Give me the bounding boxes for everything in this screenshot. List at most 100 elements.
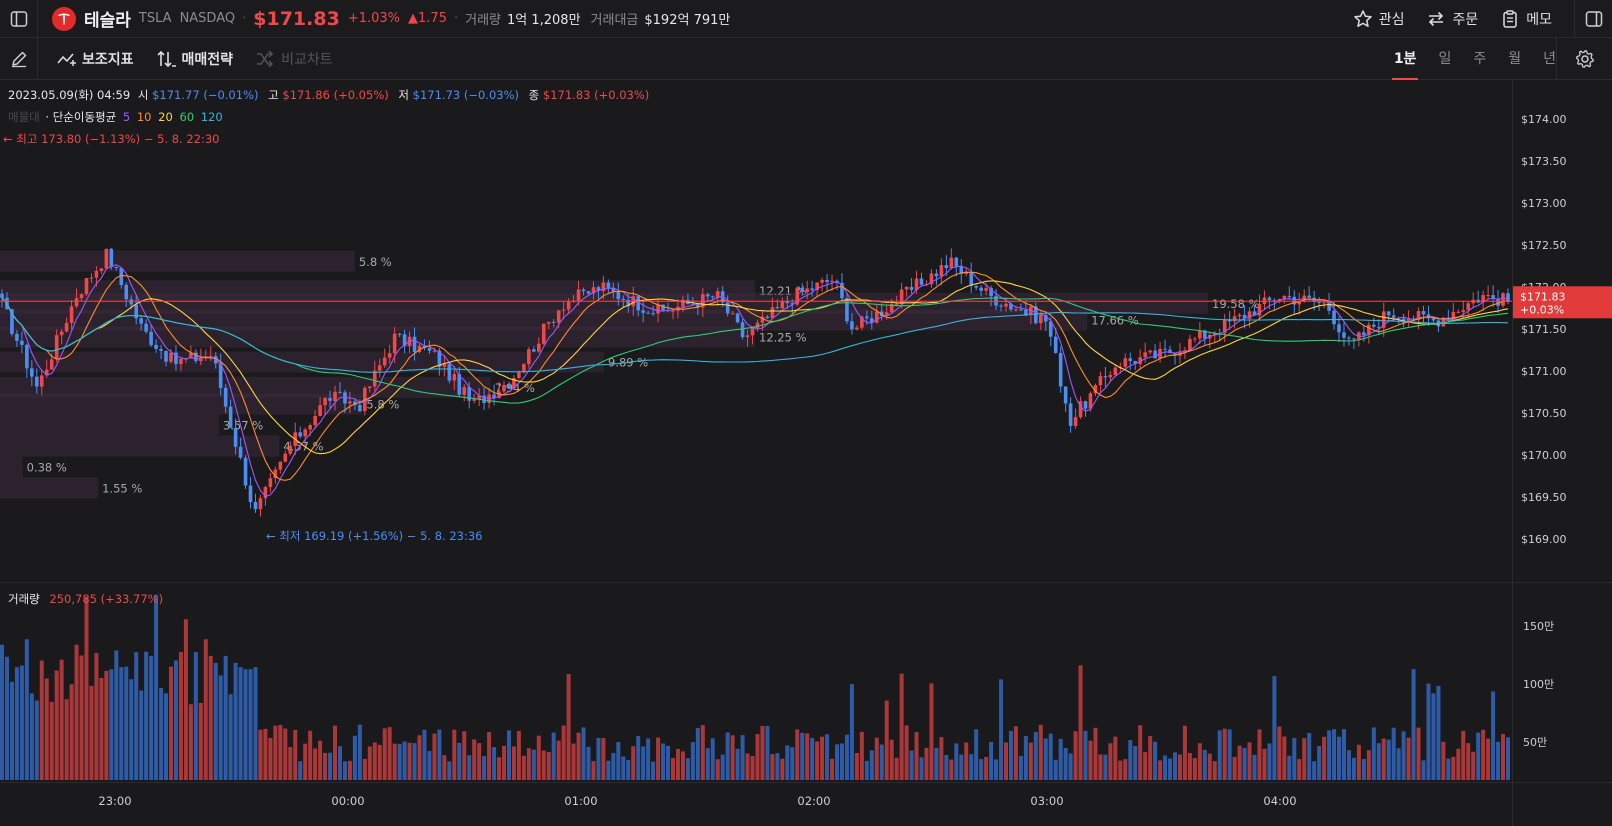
candle-body	[358, 404, 362, 412]
volume-bar	[675, 748, 680, 780]
volume-panel-value: 250,785 (+33.77%)	[49, 592, 164, 606]
candle-body	[442, 364, 447, 367]
volume-profile-label[interactable]: 매물대	[8, 110, 40, 124]
volume-bar	[1491, 691, 1496, 780]
volume-bar	[576, 732, 581, 780]
volume-bar	[666, 745, 671, 780]
candle-body	[1103, 376, 1108, 378]
current-price-tag-value: $171.83	[1520, 290, 1566, 303]
volume-bar	[84, 596, 89, 780]
volume-bar	[511, 746, 516, 780]
volume-bar	[1396, 748, 1401, 780]
volume-bar	[54, 670, 59, 780]
volume-bar	[119, 667, 124, 780]
volume-bar	[308, 730, 313, 780]
candle-body	[124, 284, 129, 300]
volume-bar	[1153, 741, 1158, 780]
volume-bar	[591, 761, 596, 780]
price-tick-label: $171.50	[1521, 323, 1567, 336]
volume-bar	[1446, 758, 1451, 780]
volume-bar	[1481, 729, 1486, 780]
ma-label[interactable]: · 단순이동평균	[45, 110, 116, 124]
candle-body	[1068, 403, 1073, 426]
volume-bar	[954, 743, 959, 780]
candle-body	[865, 316, 869, 319]
time-tick-label: 04:00	[1263, 794, 1296, 808]
volume-bar	[134, 652, 139, 780]
volume-bar	[1461, 730, 1466, 780]
volume-bar	[601, 737, 606, 780]
candle-body	[1362, 332, 1366, 336]
price-chart[interactable]: $174.00$173.50$173.00$172.50$172.00$171.…	[0, 0, 1612, 826]
volume-bar	[1004, 742, 1008, 780]
candle-body	[1098, 376, 1103, 386]
volume-bar	[159, 687, 164, 780]
volume-bar	[1381, 738, 1386, 780]
volume-bar	[521, 755, 526, 780]
candle-body	[1461, 310, 1466, 312]
candle-body	[1342, 332, 1346, 338]
volume-bar	[1282, 736, 1287, 780]
volume-bar	[506, 730, 511, 780]
volume-bar	[1212, 761, 1217, 780]
volume-bar	[104, 670, 109, 780]
volume-bar	[44, 678, 49, 780]
volume-bar	[1068, 753, 1073, 780]
volume-bar	[1048, 733, 1053, 780]
candle-body	[1431, 318, 1436, 321]
price-tick-label: $171.00	[1521, 365, 1567, 378]
volume-bar	[1506, 737, 1510, 780]
volume-profile-label: 17.66 %	[1091, 314, 1139, 328]
volume-bar	[984, 757, 989, 780]
volume-bar	[1386, 739, 1391, 780]
volume-bar	[178, 652, 183, 780]
volume-bar	[1267, 743, 1272, 780]
candle-body	[99, 268, 104, 272]
price-tick-label: $173.50	[1521, 155, 1567, 168]
candle-body	[387, 353, 392, 358]
volume-bar	[924, 747, 929, 780]
volume-profile-bar	[0, 250, 355, 272]
volume-profile-bar	[0, 393, 363, 415]
candle-body	[1024, 309, 1028, 315]
volume-bar	[457, 742, 462, 780]
candle-body	[979, 287, 983, 291]
candle-body	[1143, 352, 1147, 358]
volume-bar	[94, 653, 99, 780]
candle-body	[25, 344, 29, 369]
candle-body	[1198, 330, 1202, 339]
volume-bar	[477, 743, 482, 780]
candle-body	[253, 502, 258, 510]
candle-body	[1347, 337, 1351, 339]
volume-bar	[1451, 756, 1456, 780]
candle-body	[94, 271, 99, 278]
candle-body	[1004, 303, 1008, 307]
volume-bar	[144, 651, 149, 780]
volume-bar	[1177, 754, 1182, 780]
candle-body	[412, 336, 417, 353]
candle-body	[904, 286, 909, 290]
volume-bar	[631, 746, 636, 780]
candle-body	[149, 331, 153, 345]
volume-bar	[661, 743, 666, 780]
volume-bar	[636, 735, 641, 780]
volume-tick-label: 150만	[1523, 620, 1554, 633]
volume-bar	[1501, 733, 1506, 780]
candle-body	[641, 310, 645, 313]
volume-bar	[690, 742, 695, 780]
volume-bar	[442, 755, 447, 780]
volume-bar	[487, 732, 492, 780]
volume-bar	[497, 757, 502, 780]
volume-bar	[899, 673, 904, 780]
volume-bar	[183, 619, 188, 780]
volume-bar	[1361, 759, 1366, 780]
volume-bar	[1138, 725, 1143, 780]
volume-bar	[248, 669, 253, 780]
candle-body	[1058, 352, 1063, 387]
volume-bar	[1108, 743, 1113, 780]
volume-bar	[949, 759, 954, 780]
candle-body	[199, 358, 203, 362]
volume-bar	[1312, 761, 1317, 780]
volume-bar	[1257, 729, 1262, 780]
candle-body	[1456, 311, 1461, 313]
